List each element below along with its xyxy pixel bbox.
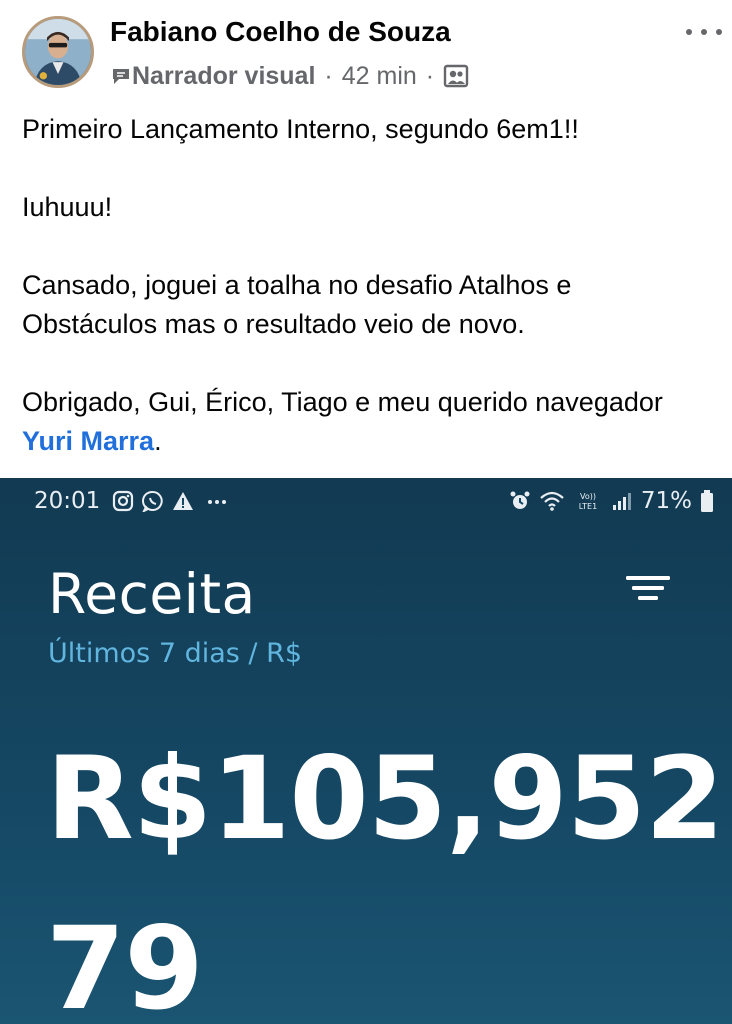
thanks-suffix: . (154, 426, 162, 456)
post-meta: Narrador visual · 42 min · (110, 60, 469, 92)
badge-label[interactable]: Narrador visual (132, 62, 315, 91)
post-paragraph: Iuhuuu! (22, 192, 113, 222)
alarm-icon (510, 491, 530, 509)
mention-link[interactable]: Yuri Marra (22, 426, 154, 456)
wifi-icon (540, 491, 564, 511)
post-paragraph: Cansado, joguei a toalha no desafio Atal… (22, 270, 572, 339)
post-text: Primeiro Lançamento Interno, segundo 6em… (22, 110, 712, 500)
page-title: Receita (48, 562, 256, 626)
signal-icon (612, 493, 631, 510)
svg-text:Vo)): Vo)) (580, 492, 596, 501)
post-photo[interactable]: 20:01 Vo)) LTE1 71% Receita Últimos 7 di… (0, 478, 732, 1024)
battery-icon (701, 490, 713, 512)
battery-percent: 71% (640, 488, 692, 514)
warning-icon (173, 492, 193, 510)
speech-bubble-icon (113, 69, 129, 84)
author-name[interactable]: Fabiano Coelho de Souza (110, 16, 451, 48)
separator-dot: · (425, 61, 435, 90)
phone-status-bar: 20:01 Vo)) LTE1 71% (0, 478, 732, 526)
svg-text:LTE1: LTE1 (579, 502, 597, 511)
separator-dot: · (324, 61, 333, 90)
group-icon (443, 64, 469, 88)
revenue-amount: R$105,952. 79 (46, 714, 732, 1024)
more-horizontal-icon[interactable] (686, 22, 722, 42)
revenue-amount-line2: 79 (46, 902, 204, 1024)
instagram-icon (112, 490, 134, 512)
whatsapp-icon (142, 490, 163, 512)
thanks-text: Obrigado, Gui, Érico, Tiago e meu querid… (22, 387, 663, 417)
post-time[interactable]: 42 min (342, 62, 417, 91)
post-paragraph: Primeiro Lançamento Interno, segundo 6em… (22, 114, 579, 144)
post-header: Fabiano Coelho de Souza Narrador visual … (0, 0, 732, 110)
volte-icon: Vo)) LTE1 (579, 492, 597, 511)
revenue-amount-line1: R$105,952. (46, 732, 732, 865)
status-right-icons: Vo)) LTE1 71% (509, 488, 714, 514)
post-paragraph: Obrigado, Gui, Érico, Tiago e meu querid… (22, 383, 712, 461)
status-left-icons (112, 490, 232, 512)
status-time: 20:01 (34, 488, 101, 514)
filter-icon[interactable] (624, 572, 672, 608)
avatar[interactable] (22, 16, 94, 88)
date-range-subtitle: Últimos 7 dias / R$ (48, 638, 303, 669)
avatar-photo (25, 19, 91, 85)
more-dots-icon (208, 500, 226, 504)
